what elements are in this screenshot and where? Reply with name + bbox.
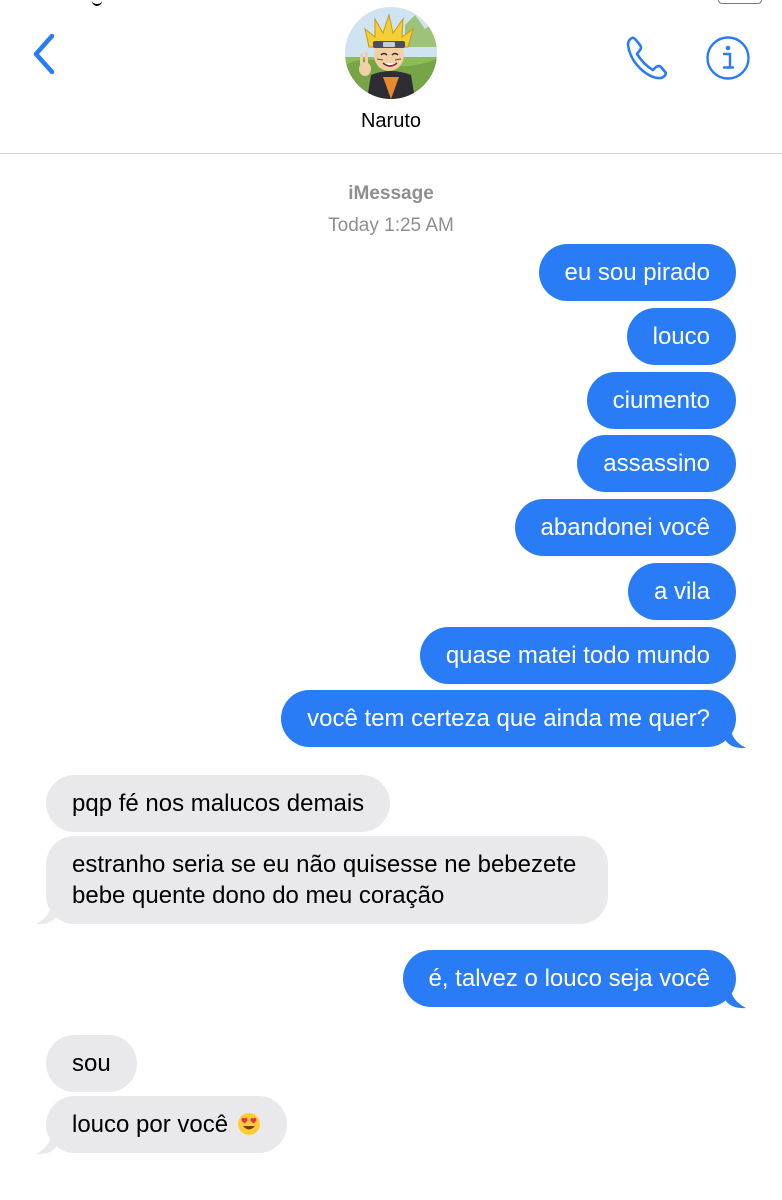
back-chevron-icon — [33, 33, 55, 75]
message-bubble-outgoing[interactable]: você tem certeza que ainda me quer? — [281, 690, 736, 747]
avatar-image — [345, 7, 437, 99]
back-button[interactable] — [26, 30, 66, 80]
contact-name[interactable]: Naruto — [0, 110, 782, 133]
status-bar-fragment — [92, 0, 102, 6]
info-button[interactable] — [705, 35, 751, 81]
timestamp: Today 1:25 AM — [0, 215, 782, 237]
bubble-tail-incoming — [36, 903, 56, 925]
message-bubble-incoming[interactable]: sou — [46, 1035, 137, 1092]
message-text: louco por você — [72, 1111, 229, 1138]
message-text: pqp fé nos malucos demais — [72, 790, 365, 817]
message-bubble-outgoing[interactable]: é, talvez o louco seja você — [402, 950, 736, 1007]
message-text: assassino — [603, 450, 710, 477]
message-text: a vila — [653, 578, 710, 605]
call-button[interactable] — [620, 32, 672, 84]
message-text: sou — [72, 1050, 111, 1077]
bubble-tail-incoming — [36, 1133, 56, 1155]
message-bubble-outgoing[interactable]: abandonei você — [514, 499, 736, 556]
message-bubble-incoming[interactable]: pqp fé nos malucos demais — [46, 775, 391, 832]
message-bubble-incoming[interactable]: louco por você — [46, 1096, 287, 1153]
battery-icon — [718, 0, 762, 4]
message-bubble-outgoing[interactable]: assassino — [577, 435, 736, 492]
message-text: quase matei todo mundo — [445, 642, 710, 669]
message-bubble-outgoing[interactable]: a vila — [627, 563, 736, 620]
service-label: iMessage — [348, 183, 434, 204]
bubble-tail-outgoing — [726, 727, 746, 749]
message-bubble-outgoing[interactable]: eu sou pirado — [538, 244, 736, 301]
info-icon — [706, 36, 750, 80]
timestamp-day: Today — [328, 215, 379, 236]
message-text: ciumento — [612, 387, 710, 414]
message-text: você tem certeza que ainda me quer? — [307, 705, 710, 732]
message-text: eu sou pirado — [564, 259, 710, 286]
conversation-header: Naruto — [0, 0, 782, 154]
message-text: estranho seria se eu não quisesse ne beb… — [72, 851, 577, 909]
message-bubble-outgoing[interactable]: ciumento — [586, 372, 736, 429]
message-text: é, talvez o louco seja você — [428, 965, 711, 992]
contact-avatar[interactable] — [345, 7, 437, 99]
bubble-tail-outgoing — [726, 987, 746, 1009]
message-text: abandonei você — [540, 514, 710, 541]
heart-eyes-emoji — [237, 1112, 260, 1135]
timestamp-time: 1:25 AM — [384, 215, 454, 236]
message-text: louco — [652, 323, 710, 350]
phone-icon — [626, 36, 668, 80]
message-bubble-outgoing[interactable]: quase matei todo mundo — [419, 627, 736, 684]
message-bubble-incoming[interactable]: estranho seria se eu não quisesse ne beb… — [46, 836, 608, 924]
message-bubble-outgoing[interactable]: louco — [626, 308, 736, 365]
